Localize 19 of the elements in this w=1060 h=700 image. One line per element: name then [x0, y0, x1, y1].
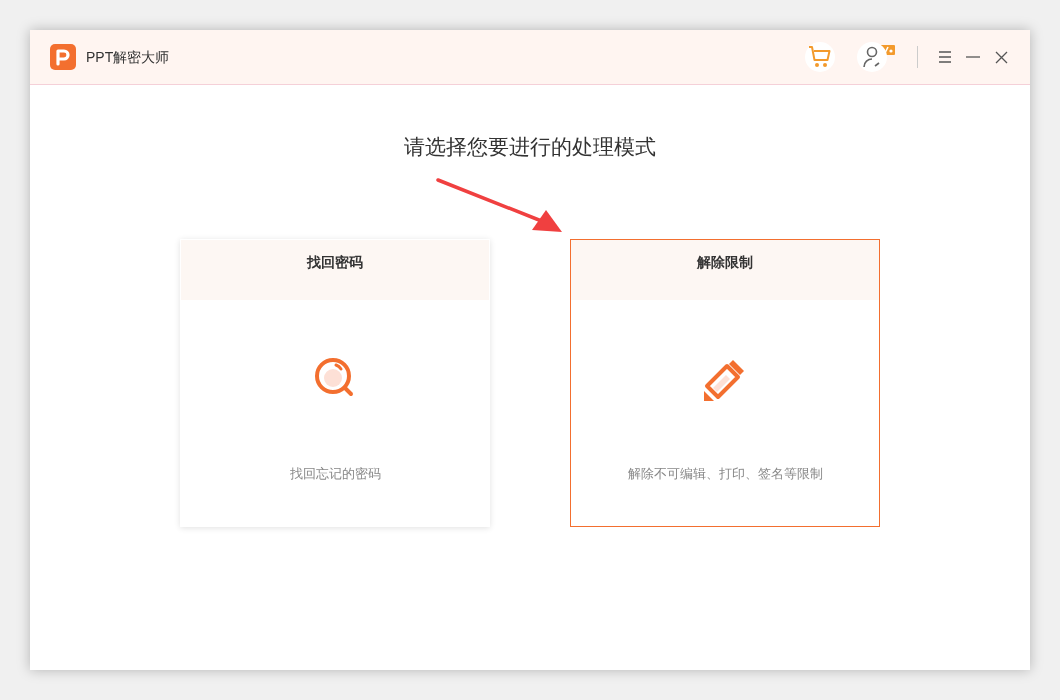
card-title: 解除限制: [697, 252, 753, 272]
close-icon: [994, 50, 1008, 64]
app-logo-icon: [50, 44, 76, 70]
vip-badge-icon: [879, 45, 895, 55]
cart-icon: [808, 45, 832, 69]
window-title: PPT解密大师: [86, 47, 170, 67]
mode-card[interactable]: 解除限制 解除不可编辑、打印、签名等限制: [570, 238, 880, 527]
minimize-icon: [966, 56, 980, 58]
card-description: 找回忘记的密码: [289, 464, 381, 483]
card-title: 找回密码: [307, 252, 363, 272]
page-heading: 请选择您要进行的处理模式: [404, 134, 656, 160]
account-button[interactable]: [857, 42, 887, 72]
mode-card[interactable]: 找回密码 找回忘记的密码: [180, 238, 490, 527]
card-description: 解除不可编辑、打印、签名等限制: [627, 464, 823, 483]
cart-button[interactable]: [805, 42, 835, 72]
menu-button[interactable]: [936, 48, 954, 66]
user-icon: [862, 46, 882, 68]
menu-icon: [938, 51, 952, 63]
pencil-icon: [703, 357, 747, 402]
